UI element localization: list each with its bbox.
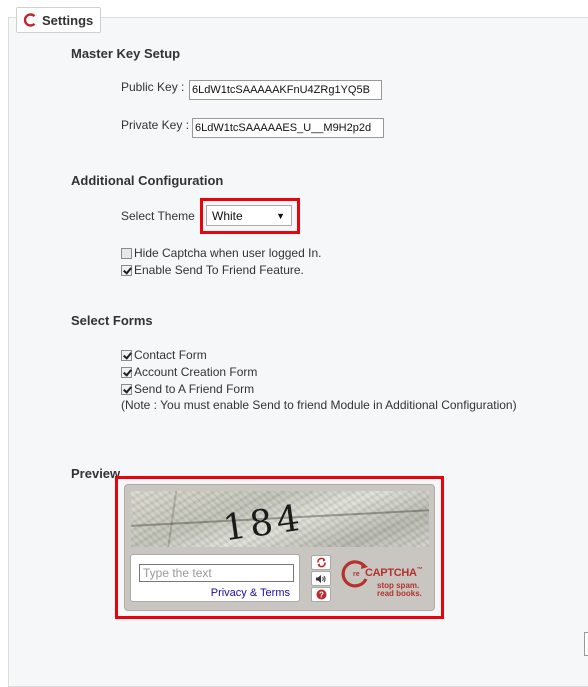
svg-text:?: ? — [319, 591, 324, 600]
additional-config-heading: Additional Configuration — [71, 173, 224, 188]
audio-button[interactable] — [311, 571, 331, 586]
public-key-input[interactable]: 6LdW1tcSAAAAAKFnU4ZRg1YQ5B — [189, 80, 382, 100]
private-key-label: Private Key : — [121, 118, 190, 132]
settings-logo-icon — [23, 13, 36, 27]
send-to-friend-label: Enable Send To Friend Feature. — [134, 263, 304, 277]
private-key-input[interactable]: 6LdW1tcSAAAAAES_U__M9H2p2d — [192, 118, 384, 138]
select-theme-label: Select Theme — [121, 209, 195, 223]
contact-form-checkbox[interactable]: Contact Form — [121, 348, 207, 362]
audio-icon — [316, 574, 326, 583]
send-to-friend-checkbox[interactable]: Enable Send To Friend Feature. — [121, 263, 304, 277]
checkbox-box[interactable] — [121, 366, 132, 378]
refresh-icon — [316, 557, 326, 568]
captcha-response-area: Type the text Privacy & Terms — [130, 554, 300, 602]
help-button[interactable]: ? — [311, 587, 331, 602]
master-key-heading: Master Key Setup — [71, 46, 181, 61]
public-key-label: Public Key : — [121, 80, 185, 94]
refresh-button[interactable] — [311, 555, 331, 570]
settings-legend: Settings — [16, 7, 102, 33]
theme-select[interactable]: White ▼ — [206, 205, 292, 226]
send-friend-form-label: Send to A Friend Form — [134, 382, 255, 396]
recaptcha-logo: re CAPTCHA™ stop spam. read books. — [339, 557, 434, 603]
logo-tagline-2: read books. — [377, 589, 422, 598]
checkbox-box[interactable] — [121, 247, 132, 259]
preview-heading: Preview — [71, 466, 121, 481]
checkbox-box[interactable] — [121, 349, 132, 361]
account-creation-label: Account Creation Form — [134, 365, 258, 379]
recaptcha-widget: 184 Type the text Privacy & Terms ? re C… — [124, 484, 435, 611]
settings-title: Settings — [42, 12, 94, 28]
captcha-response-input[interactable]: Type the text — [139, 564, 294, 582]
scroll-edge[interactable] — [584, 632, 588, 656]
theme-select-value: White — [212, 208, 243, 223]
dropdown-arrow-icon: ▼ — [276, 210, 285, 221]
privacy-terms-link[interactable]: Privacy & Terms — [211, 587, 290, 599]
checkbox-box[interactable] — [121, 264, 132, 276]
captcha-image: 184 — [131, 491, 429, 547]
hide-captcha-label: Hide Captcha when user logged In. — [134, 246, 322, 260]
forms-note: (Note : You must enable Send to friend M… — [121, 398, 517, 412]
contact-form-label: Contact Form — [134, 348, 207, 362]
help-icon: ? — [316, 589, 326, 600]
hide-captcha-checkbox[interactable]: Hide Captcha when user logged In. — [121, 246, 321, 260]
logo-name: CAPTCHA™ — [365, 567, 423, 579]
select-forms-heading: Select Forms — [71, 313, 153, 328]
send-friend-form-checkbox[interactable]: Send to A Friend Form — [121, 382, 254, 396]
logo-re: re — [353, 571, 360, 578]
account-creation-checkbox[interactable]: Account Creation Form — [121, 365, 257, 379]
checkbox-box[interactable] — [121, 383, 132, 395]
